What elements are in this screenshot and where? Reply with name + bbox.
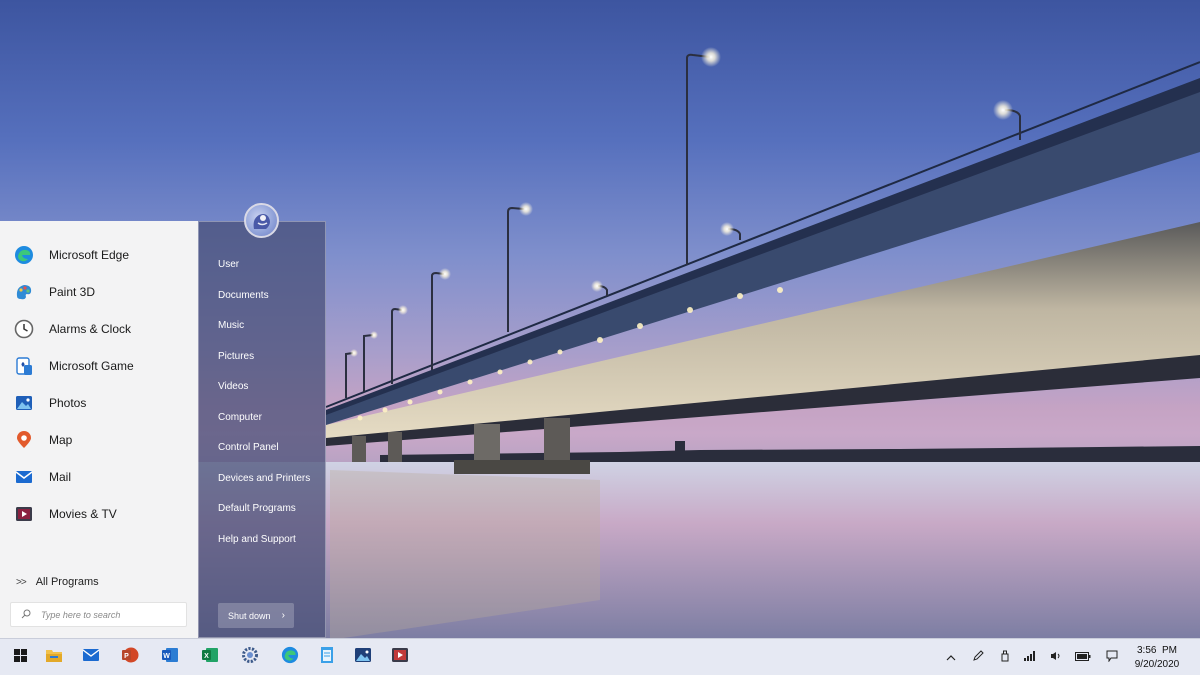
taskbar-clock[interactable]: 3:56 PM 9/20/2020	[1124, 644, 1190, 672]
search-box[interactable]	[10, 602, 187, 627]
place-item-control-panel[interactable]: Control Panel	[199, 433, 327, 464]
app-label: Map	[49, 432, 73, 447]
notification-tray-button[interactable]	[1100, 639, 1124, 675]
start-menu-places-pane: User Documents Music Pictures Videos Com…	[198, 221, 326, 638]
chevron-up-icon	[946, 652, 956, 664]
taskbar-file-explorer[interactable]	[34, 639, 74, 675]
volume-tray-button[interactable]	[1044, 639, 1068, 675]
usb-tray-button[interactable]	[993, 639, 1017, 675]
clock-time: 3:56 PM	[1136, 645, 1178, 656]
notification-icon	[1106, 650, 1118, 665]
place-item-devices-and-printers[interactable]: Devices and Printers	[199, 464, 327, 495]
place-item-user[interactable]: User	[199, 250, 327, 281]
taskbar-mail[interactable]	[71, 639, 111, 675]
taskbar-notepad[interactable]	[307, 639, 347, 675]
app-item-movies-tv[interactable]: Movies & TV	[0, 495, 198, 532]
paint-3d-icon	[14, 282, 34, 302]
battery-icon	[1075, 651, 1091, 664]
app-list: Microsoft Edge Paint 3D Alarms & Clock M…	[0, 236, 198, 532]
all-programs-label: All Programs	[35, 576, 99, 588]
word-icon: W	[161, 646, 179, 669]
game-icon	[14, 356, 34, 376]
start-menu-apps-pane: Microsoft Edge Paint 3D Alarms & Clock M…	[0, 221, 198, 638]
places-list: User Documents Music Pictures Videos Com…	[199, 250, 327, 555]
taskbar: P W X 3:56 PM 9/20/2020	[0, 638, 1200, 675]
svg-text:X: X	[204, 653, 209, 660]
alarm-clock-icon	[14, 319, 34, 339]
taskbar-excel[interactable]: X	[190, 639, 230, 675]
place-item-default-programs[interactable]: Default Programs	[199, 494, 327, 525]
edge-icon	[281, 646, 299, 669]
app-label: Alarms & Clock	[49, 321, 132, 336]
place-item-music[interactable]: Music	[199, 311, 327, 342]
place-item-computer[interactable]: Computer	[199, 403, 327, 434]
user-avatar[interactable]	[244, 203, 279, 238]
movies-icon	[391, 647, 409, 668]
shutdown-options-chevron-icon[interactable]: ›	[282, 610, 285, 621]
app-item-photos[interactable]: Photos	[0, 384, 198, 421]
place-item-help-and-support[interactable]: Help and Support	[199, 525, 327, 556]
volume-icon	[1050, 651, 1062, 664]
app-label: Photos	[49, 395, 87, 410]
battery-tray-button[interactable]	[1071, 639, 1095, 675]
app-item-microsoft-edge[interactable]: Microsoft Edge	[0, 236, 198, 273]
mail-icon	[82, 648, 100, 667]
pen-icon	[972, 650, 984, 665]
shutdown-button[interactable]: Shut down ›	[218, 603, 294, 628]
search-icon	[21, 606, 31, 624]
place-item-documents[interactable]: Documents	[199, 281, 327, 312]
search-input[interactable]	[41, 609, 171, 620]
app-label: Microsoft Edge	[49, 247, 130, 262]
network-tray-button[interactable]	[1018, 639, 1042, 675]
show-hidden-icons-button[interactable]	[939, 639, 963, 675]
notepad-icon	[320, 646, 334, 669]
excel-icon: X	[201, 646, 219, 669]
settings-gear-icon	[241, 646, 259, 669]
svg-text:P: P	[124, 653, 129, 660]
app-item-mail[interactable]: Mail	[0, 458, 198, 495]
svg-text:W: W	[163, 653, 170, 660]
app-item-microsoft-game[interactable]: Microsoft Game	[0, 347, 198, 384]
app-label: Paint 3D	[49, 284, 96, 299]
taskbar-movies[interactable]	[380, 639, 420, 675]
start-menu: Microsoft Edge Paint 3D Alarms & Clock M…	[0, 221, 326, 638]
shutdown-label: Shut down	[228, 610, 271, 621]
app-item-map[interactable]: Map	[0, 421, 198, 458]
all-programs-button[interactable]: >> All Programs	[16, 576, 99, 588]
app-item-paint-3d[interactable]: Paint 3D	[0, 273, 198, 310]
movies-icon	[14, 504, 34, 524]
usb-icon	[1001, 650, 1009, 665]
pen-tray-button[interactable]	[966, 639, 990, 675]
taskbar-edge[interactable]	[270, 639, 310, 675]
photos-icon	[14, 393, 34, 413]
taskbar-word[interactable]: W	[150, 639, 190, 675]
taskbar-powerpoint[interactable]: P	[110, 639, 150, 675]
place-item-videos[interactable]: Videos	[199, 372, 327, 403]
powerpoint-icon: P	[121, 646, 139, 669]
app-label: Microsoft Game	[49, 358, 134, 373]
map-pin-icon	[14, 430, 34, 450]
place-item-pictures[interactable]: Pictures	[199, 342, 327, 373]
edge-icon	[14, 245, 34, 265]
app-label: Movies & TV	[49, 506, 117, 521]
mail-icon	[14, 467, 34, 487]
taskbar-photos[interactable]	[343, 639, 383, 675]
clock-date: 9/20/2020	[1134, 659, 1180, 670]
app-label: Mail	[49, 469, 72, 484]
photos-icon	[354, 647, 372, 668]
network-icon	[1024, 651, 1036, 664]
windows-start-icon	[13, 648, 27, 667]
double-chevron-icon: >>	[16, 576, 27, 588]
file-explorer-icon	[45, 647, 63, 668]
taskbar-settings[interactable]	[230, 639, 270, 675]
app-item-alarms-clock[interactable]: Alarms & Clock	[0, 310, 198, 347]
